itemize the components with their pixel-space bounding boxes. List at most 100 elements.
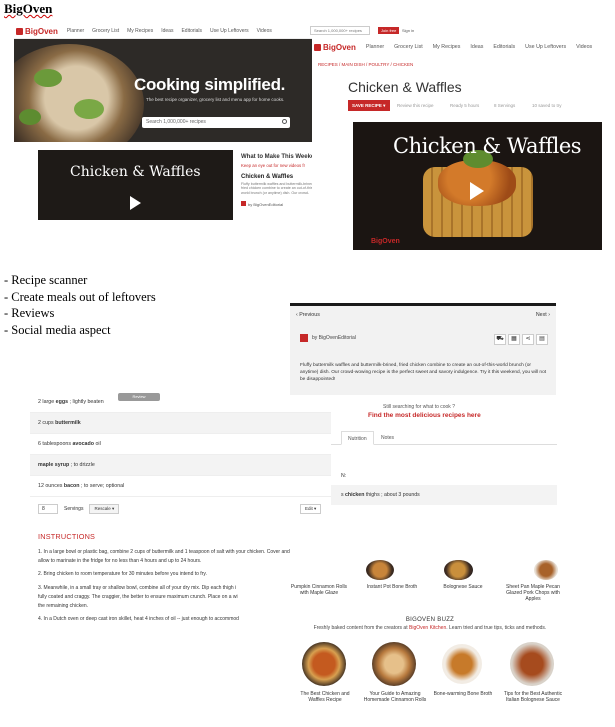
bigoven-kitchen-link[interactable]: BigOven Kitchen [409,625,446,631]
video-thumbnail[interactable]: Chicken & Waffles [38,150,233,220]
recipe-thumbnail[interactable] [366,560,394,580]
join-button[interactable]: Join free [378,27,400,34]
author-link[interactable]: by BigOvenEditorial [312,335,356,341]
buzz-thumbnail[interactable] [510,642,554,686]
weekend-feature-screenshot: Chicken & Waffles What to Make This Week… [38,150,322,220]
avatar [241,201,246,206]
buzz-caption[interactable]: Bone-warming Bone Broth [430,691,496,697]
nav-videos[interactable]: Videos [257,28,272,34]
hero-title: Cooking simplified. [134,75,286,94]
next-link[interactable]: Next › [536,312,550,318]
recipe-caption[interactable]: Sheet Pan Maple Pecan Glazed Pork Chops … [500,584,566,602]
recipe-page-screenshot: Search 1,000,000+ recipes Join free Sign… [310,24,612,252]
servings-input[interactable]: 8 [38,504,58,514]
section-heading: What to Make This Weekend [241,154,322,160]
feature-item: - Recipe scanner [4,273,88,287]
hero-banner: Cooking simplified. The best recipe orga… [14,39,314,142]
bigoven-logo[interactable]: BigOven [14,27,63,36]
ingredient-row: 2 large eggs ; lightly beaten Review [30,392,331,413]
instruction-line: 3. Meanwhile, in a small tray or shallow… [38,585,237,591]
share-icon[interactable]: ⋖ [522,334,534,345]
buzz-caption[interactable]: The Best Chicken and Waffles Recipe [292,691,358,703]
search-icon[interactable] [282,119,287,124]
search-promo-screenshot: Still searching for what to cook ? Find … [331,398,557,506]
food-plate-image [14,44,144,142]
recipe-caption[interactable]: Instant Pot Bone Broth [362,584,422,590]
recipe-video[interactable]: Chicken & Waffles BigOven [353,122,602,250]
sign-in-link[interactable]: Sign in [402,28,414,33]
instruction-line: 2. Bring chicken to room temperature for… [38,571,207,577]
ingredients-screenshot: 2 large eggs ; lightly beaten Review 2 c… [30,393,331,622]
saved-count: 10 saved to try [532,103,562,108]
nav-editorials[interactable]: Editorials [181,28,202,34]
nav-ideas[interactable]: Ideas [161,28,173,34]
nav-my-recipes[interactable]: My Recipes [127,28,153,34]
author-link[interactable]: by BigOvenEditorial [248,202,283,207]
buzz-thumbnail[interactable] [442,644,482,684]
nav-use-up-leftovers[interactable]: Use Up Leftovers [210,28,249,34]
nav-planner[interactable]: Planner [67,28,84,34]
calendar-icon[interactable]: ▦ [508,334,520,345]
tab-nutrition[interactable]: Nutrition [341,431,374,445]
buzz-caption[interactable]: Tips for the Best Authentic Italian Bolo… [498,691,568,703]
section-subheading[interactable]: Keep an eye out for new videos fr [241,163,305,168]
tab-notes[interactable]: Notes [375,431,400,445]
logo-icon [16,27,23,35]
nav-grocery-list[interactable]: Grocery List [92,28,119,34]
page-title: Chicken & Waffles [348,79,462,95]
review-link[interactable]: Review this recipe [397,103,434,108]
recipe-thumbnail[interactable] [534,560,558,580]
nav-ideas[interactable]: Ideas [470,44,483,50]
play-icon[interactable] [130,196,141,210]
ingredient-row: 12 ounces bacon ; to serve; optional [30,476,331,497]
ingredient-row: 2 cups buttermilk [30,413,331,434]
instruction-line: allow to marinate in the fridge for no l… [38,558,202,564]
search-prompt: Still searching for what to cook ? [383,404,455,410]
edit-dropdown[interactable]: Edit ▾ [300,504,322,514]
nav-videos[interactable]: Videos [576,44,592,50]
ready-time: Ready 5 hours [450,103,480,108]
instruction-line: the remaining chicken. [38,603,89,609]
buzz-thumbnail[interactable] [302,642,346,686]
nav-use-up-leftovers[interactable]: Use Up Leftovers [525,44,566,50]
feature-item: - Social media aspect [4,322,111,337]
play-icon[interactable] [470,182,484,200]
video-title: Chicken & Waffles [393,134,582,158]
instruction-line: 1. In a large bowl or plastic bag, combi… [38,549,290,555]
buzz-caption[interactable]: Your Guide to Amazing Homemade Cinnamon … [362,691,428,703]
nav-my-recipes[interactable]: My Recipes [433,44,461,50]
recipe-caption[interactable]: Bolognese Sauce [430,584,496,590]
cart-icon[interactable]: ⛟ [494,334,506,345]
recipe-caption[interactable]: Pumpkin Cinnamon Rolls with Maple Glaze [290,584,348,596]
avatar [300,334,308,342]
ingredient-row: 6 tablespoons avocado oil [30,434,331,455]
document-title: BigOven [4,1,53,16]
buzz-subheading: Freshly baked content from the creators … [313,625,547,631]
hero-search-input[interactable]: Search 1,000,000+ recipes [142,117,290,128]
ingredient-header: N: [341,473,347,479]
homepage-screenshot: BigOven Planner Grocery List My Recipes … [14,24,314,142]
find-recipes-link[interactable]: Find the most delicious recipes here [368,412,481,419]
nav-planner[interactable]: Planner [366,44,384,50]
logo-icon [314,43,321,51]
save-recipe-button[interactable]: SAVE RECIPE ▾ [348,100,390,111]
nav-grocery-list[interactable]: Grocery List [394,44,423,50]
nav-editorials[interactable]: Editorials [493,44,515,50]
servings-label: Servings [64,506,84,512]
recipe-card-description: Fluffy buttermilk waffles and buttermilk… [241,182,314,195]
feature-item: - Reviews [4,306,55,320]
print-icon[interactable]: ▤ [536,334,548,345]
feature-list: - Recipe scanner - Create meals out of l… [4,272,156,338]
recipe-nav: BigOven Planner Grocery List My Recipes … [312,39,612,55]
top-search-input[interactable]: Search 1,000,000+ recipes [310,26,370,35]
breadcrumb[interactable]: RECIPES / MAIN DISH / POULTRY / CHICKEN [318,62,413,67]
servings-count: 8 Servings [494,103,516,108]
recipe-thumbnail[interactable] [444,560,472,580]
buzz-thumbnail[interactable] [372,642,416,686]
bigoven-logo[interactable]: BigOven [312,43,361,52]
rescale-dropdown[interactable]: Rescale ▾ [89,504,120,514]
previous-link[interactable]: ‹ Previous [296,312,320,318]
recipe-card-title[interactable]: Chicken & Waffles [241,174,293,180]
feature-item: - Create meals out of leftovers [4,289,156,304]
review-button[interactable]: Review [118,393,160,401]
